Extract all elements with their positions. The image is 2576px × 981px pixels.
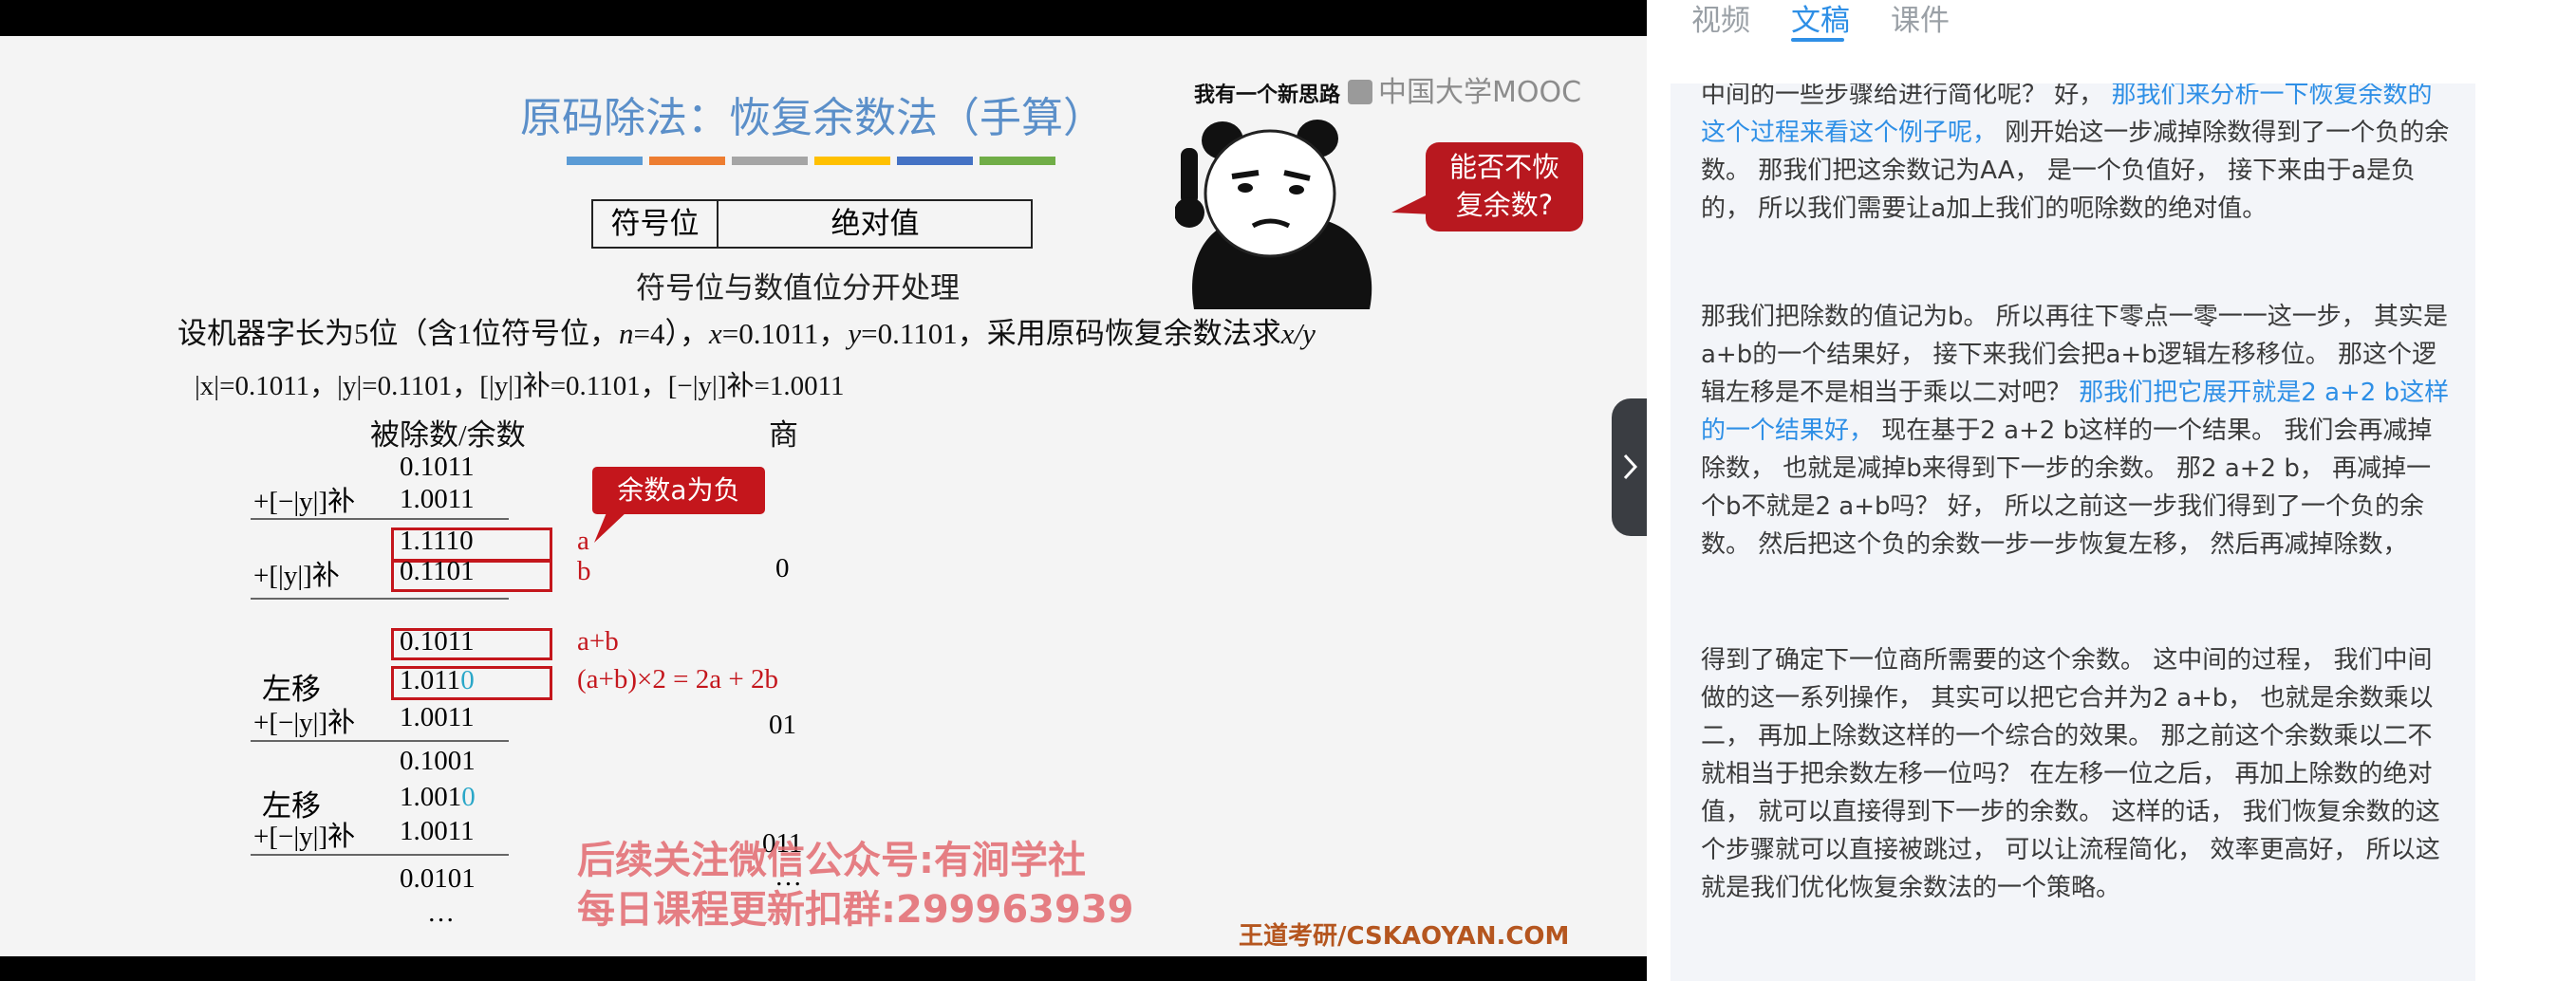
slide-title: 原码除法：恢复余数法（手算） [520,94,1105,142]
row-operation: +[−|y|]补 [253,708,356,738]
row-ellipsis: … [427,898,455,928]
problem-xy: x/y [1280,317,1316,350]
tab-video[interactable]: 视频 [1691,0,1750,39]
callout-text: 余数a为负 [617,474,740,506]
row-value: 0.1001 [400,746,476,776]
underline-seg [732,157,808,165]
row-operation: +[−|y|]补 [253,822,356,852]
row-value-main: 1.001 [400,782,462,812]
transcript-paragraph: 中间的一些步骤给进行简化呢？ 好， 那我们来分析一下恢复余数的这个过程来看这个例… [1701,83,2451,228]
underline-seg [980,157,1055,165]
slide-subtitle: 符号位与数值位分开处理 [636,271,960,305]
sign-abs-table: 符号位 绝对值 [591,199,1033,249]
lecture-slide: 原码除法：恢复余数法（手算） 符号位 绝对值 符号位与数值位分开处理 设机器字长… [0,36,1647,956]
row-value: 1.0011 [400,702,475,732]
label-b: b [577,556,591,586]
panda-meme-icon [1175,120,1372,309]
row-value-main: 1.011 [400,665,461,695]
problem-y-val: =0.1101，采用原码恢复余数法求 [861,317,1281,350]
table-abs-cell: 绝对值 [831,207,920,240]
mooc-logo: 中国大学MOOC [1348,68,1581,110]
mooc-logo-icon [1348,80,1372,104]
row-value: 0.1011 [400,452,475,482]
video-player[interactable]: 原码除法：恢复余数法（手算） 符号位 绝对值 符号位与数值位分开处理 设机器字长… [0,0,1647,981]
given-values: |x|=0.1011，|y|=0.1101，[|y|]补=0.1101，[−|y… [195,371,845,401]
watermark-qq: 每日课程更新扣群:299963939 [577,888,1134,932]
row-value: 1.0010 [400,782,476,813]
row-value: 0.0101 [400,863,476,894]
problem-x-val: =0.1011， [721,317,849,350]
quotient-value: 01 [769,710,796,740]
row-value: 1.0011 [400,484,475,514]
row-operation: +[−|y|]补 [253,487,356,517]
problem-statement: 设机器字长为5位（含1位符号位，n=4），x=0.1011，y=0.1101，采… [177,309,1316,352]
row-value: 1.0011 [400,816,475,846]
problem-n-val: =4）， [633,317,709,350]
sum-line [251,518,509,520]
table-sign-cell: 符号位 [593,201,719,247]
header-dividend: 被除数/余数 [370,418,526,452]
transcript-paragraph: 那我们把除数的值记为b。 所以再往下零点一零一一这一步， 其实是a+b的一个结果… [1701,298,2451,564]
problem-x: x [708,317,722,350]
meme-caption: 我有一个新思路 [1194,83,1341,107]
watermark-wechat: 后续关注微信公众号:有涧学社 [577,839,1086,882]
tab-transcript[interactable]: 文稿 [1791,0,1850,39]
active-tab-indicator [1791,38,1844,42]
label-a: a [577,526,589,556]
underline-seg [897,157,973,165]
sum-line [251,598,509,600]
speech-bubble: 能否不恢 复余数? [1426,142,1583,231]
tab-courseware[interactable]: 课件 [1891,0,1950,39]
sum-line [251,854,509,856]
row-value: 0.1011 [400,626,475,657]
underline-seg [814,157,890,165]
underline-seg [567,157,643,165]
row-value: 1.1110 [400,526,474,556]
label-formula: (a+b)×2 = 2a + 2b [577,664,778,694]
transcript-text: 中间的一些步骤给进行简化呢？ 好， [1701,83,2112,109]
row-value: 0.1101 [400,556,475,586]
quotient-value: 0 [775,553,790,583]
title-underline [567,157,1060,165]
callout-negative-remainder: 余数a为负 [592,467,765,514]
problem-n: n [619,317,634,350]
footer-brand: 王道考研/CSKAOYAN.COM [1239,922,1570,951]
problem-y: y [848,317,862,350]
shifted-bit: 0 [461,782,476,812]
chevron-right-icon [1623,453,1638,480]
row-value: 1.0110 [400,665,475,696]
row-operation: +[|y|]补 [253,561,340,591]
sum-line [251,740,509,742]
collapse-panel-button[interactable] [1612,398,1650,536]
transcript-paragraph: 得到了确定下一位商所需要的这个余数。 这中间的过程， 我们中间做的这一系列操作，… [1701,641,2451,907]
problem-prefix: 设机器字长为5位（含1位符号位， [177,317,619,350]
side-panel: 视频 文稿 课件 中间的一些步骤给进行简化呢？ 好， 那我们来分析一下恢复余数的… [1647,0,2576,981]
shifted-bit: 0 [460,665,475,695]
underline-seg [649,157,725,165]
header-quotient: 商 [769,418,798,452]
mooc-logo-text: 中国大学MOOC [1378,76,1582,109]
callout-pointer [594,510,628,543]
label-a-plus-b: a+b [577,626,619,657]
speech-bubble-tail [1391,192,1433,214]
transcript-text: 得到了确定下一位商所需要的这个余数。 这中间的过程， 我们中间做的这一系列操作，… [1701,646,2440,902]
transcript-box[interactable]: 中间的一些步骤给进行简化呢？ 好， 那我们来分析一下恢复余数的这个过程来看这个例… [1671,83,2475,981]
